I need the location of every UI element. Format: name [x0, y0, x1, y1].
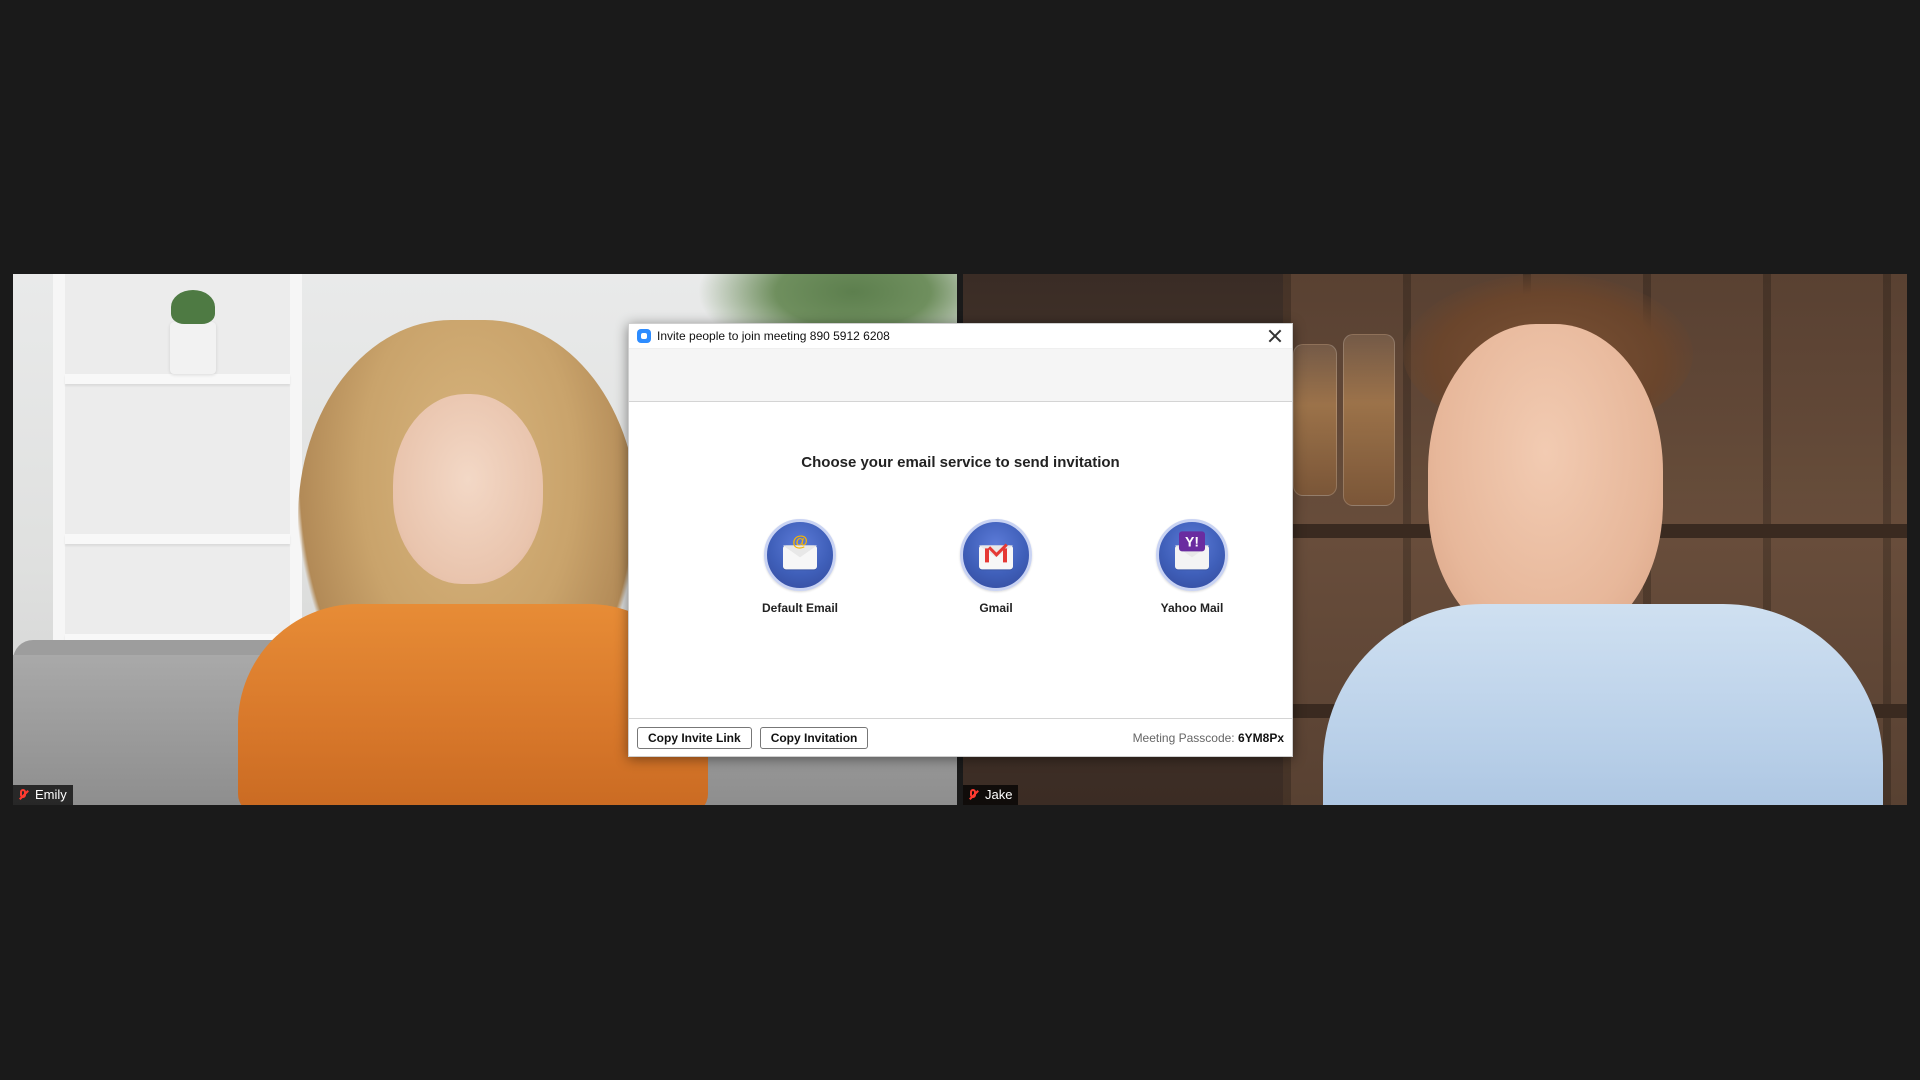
zoom-app-icon [637, 329, 651, 343]
envelope-glyph [783, 533, 817, 570]
plant-leaves [171, 290, 215, 324]
dialog-titlebar: Invite people to join meeting 890 5912 6… [629, 324, 1292, 348]
participant-name: Emily [35, 787, 67, 802]
passcode-value: 6YM8Px [1237, 730, 1284, 745]
shelf-board [65, 374, 290, 384]
close-icon[interactable] [1266, 327, 1284, 345]
provider-label: Yahoo Mail [1160, 601, 1224, 615]
provider-gmail[interactable]: Gmail [936, 519, 1056, 615]
meeting-gallery-view: Emily Jake Invite people to join meeting… [0, 0, 1920, 1080]
mic-muted-icon [17, 788, 29, 802]
email-envelope-icon[interactable] [764, 519, 836, 591]
mic-muted-icon [967, 788, 979, 802]
copy-invite-link-button[interactable]: Copy Invite Link [637, 726, 752, 749]
email-provider-list: Default Email Gmail Yahoo Mail [629, 519, 1292, 629]
pantry-jar [1293, 344, 1337, 496]
participant-name-tag: Emily [13, 785, 73, 805]
participant-name-tag: Jake [963, 785, 1019, 805]
copy-invitation-button[interactable]: Copy Invitation [759, 726, 869, 749]
participant-face [1428, 324, 1663, 644]
shelf-board [65, 534, 290, 544]
participant-face [393, 394, 543, 584]
dialog-top-area [629, 348, 1292, 402]
dialog-title: Invite people to join meeting 890 5912 6… [657, 329, 890, 343]
meeting-passcode: Meeting Passcode: 6YM8Px [1133, 731, 1284, 745]
dialog-headline: Choose your email service to send invita… [801, 454, 1120, 471]
plant-pot [170, 322, 216, 374]
yahoo-mail-icon[interactable] [1156, 519, 1228, 591]
dialog-footer: Copy Invite Link Copy Invitation Meeting… [629, 718, 1292, 756]
gmail-glyph [979, 537, 1013, 570]
gmail-m-stroke [988, 537, 1008, 557]
dialog-main: Choose your email service to send invita… [629, 402, 1292, 718]
gmail-icon[interactable] [960, 519, 1032, 591]
participant-shirt [1323, 604, 1883, 805]
yahoo-glyph [1175, 531, 1209, 570]
provider-label: Gmail [979, 601, 1013, 615]
bookshelf [53, 274, 302, 694]
provider-default-email[interactable]: Default Email [740, 519, 860, 615]
provider-label: Default Email [761, 601, 839, 615]
participant-name: Jake [985, 787, 1013, 802]
passcode-label: Meeting Passcode: [1132, 730, 1235, 745]
provider-yahoo-mail[interactable]: Yahoo Mail [1132, 519, 1252, 615]
invite-dialog: Invite people to join meeting 890 5912 6… [628, 323, 1293, 757]
pantry-jar [1343, 334, 1395, 506]
